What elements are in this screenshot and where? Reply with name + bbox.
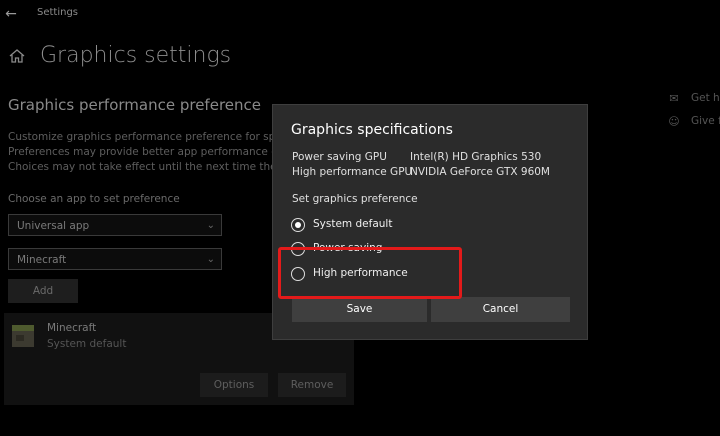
app-type-value: Universal app <box>17 220 90 232</box>
feedback-person-icon: ☺ <box>668 115 680 128</box>
options-button[interactable]: Options <box>200 373 268 397</box>
cancel-button[interactable]: Cancel <box>431 297 570 322</box>
description-line-3: Choices may not take effect until the ne… <box>8 161 300 173</box>
high-performance-gpu-value: NVIDIA GeForce GTX 960M <box>410 166 550 178</box>
highlight-box <box>278 247 462 299</box>
save-button[interactable]: Save <box>292 297 427 322</box>
power-saving-gpu-label: Power saving GPU <box>292 151 387 163</box>
description-line-2: Preferences may provide better app perfo… <box>8 146 304 158</box>
chevron-down-icon: ⌄ <box>206 220 215 231</box>
set-preference-label: Set graphics preference <box>292 193 418 205</box>
section-title: Graphics performance preference <box>8 96 261 114</box>
app-type-dropdown[interactable]: Universal app ⌄ <box>8 214 222 236</box>
chevron-down-icon: ⌄ <box>206 254 215 265</box>
choose-app-label: Choose an app to set preference <box>8 193 180 205</box>
chat-help-icon: ✉ <box>669 92 679 105</box>
back-arrow-icon[interactable]: ← <box>0 4 22 24</box>
give-feedback-link[interactable]: Give f <box>691 115 720 127</box>
app-item-name: Minecraft <box>47 322 97 334</box>
get-help-link[interactable]: Get h <box>691 92 720 104</box>
add-button[interactable]: Add <box>8 279 78 303</box>
app-item-preference: System default <box>47 338 127 350</box>
app-select-value: Minecraft <box>17 254 67 266</box>
app-select-dropdown[interactable]: Minecraft ⌄ <box>8 248 222 270</box>
dialog-title: Graphics specifications <box>291 122 453 138</box>
description-line-1: Customize graphics performance preferenc… <box>8 131 303 143</box>
power-saving-gpu-value: Intel(R) HD Graphics 530 <box>410 151 542 163</box>
radio-label-system-default[interactable]: System default <box>313 218 392 230</box>
page-title: Graphics settings <box>40 43 232 68</box>
home-icon <box>9 49 25 63</box>
minecraft-app-icon <box>12 325 34 347</box>
high-performance-gpu-label: High performance GPU <box>292 166 413 178</box>
radio-system-default[interactable] <box>291 218 305 232</box>
window-title: Settings <box>37 7 79 18</box>
remove-button[interactable]: Remove <box>278 373 346 397</box>
